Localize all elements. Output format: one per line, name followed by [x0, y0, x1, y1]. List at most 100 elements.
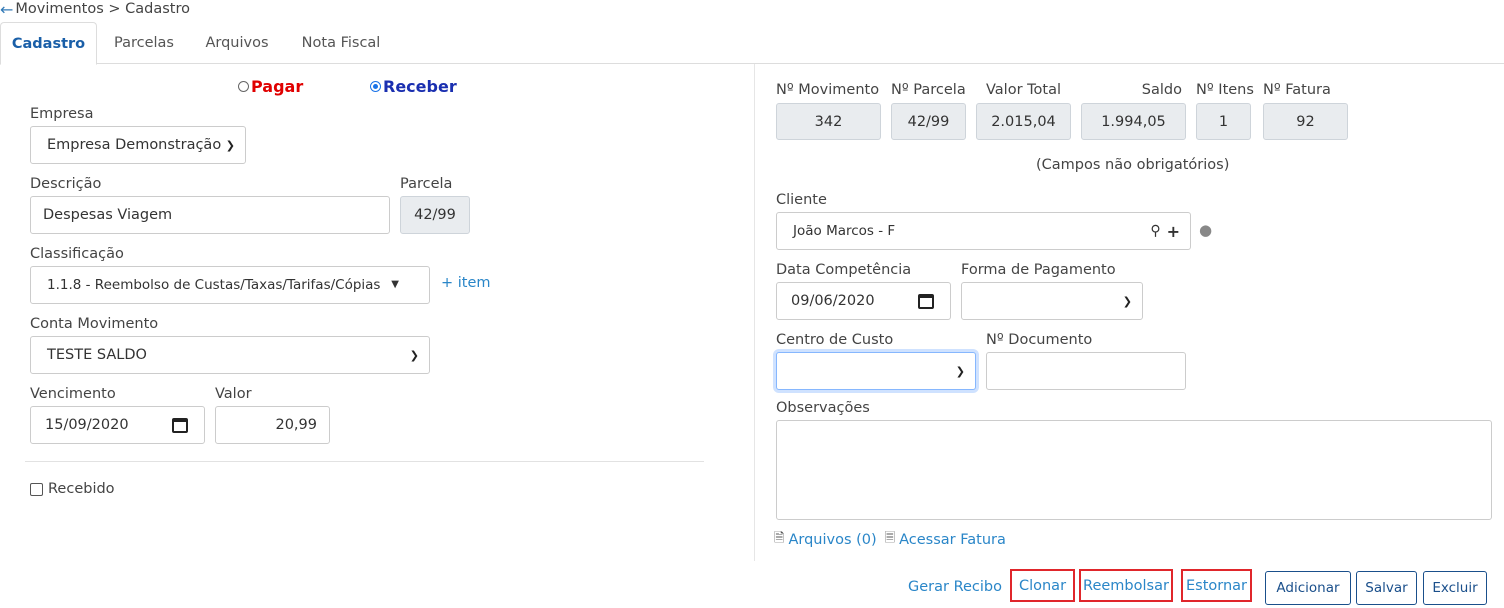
saldo-field: 1.994,05: [1081, 103, 1186, 140]
calendar-icon[interactable]: [918, 293, 934, 309]
documento-label: Nº Documento: [986, 332, 1093, 348]
descricao-value: Despesas Viagem: [43, 207, 173, 223]
saldo-value: 1.994,05: [1101, 113, 1166, 130]
recebido-checkbox[interactable]: [30, 482, 43, 496]
document-icon: 🗏: [884, 531, 896, 546]
reembolsar-button[interactable]: Reembolsar: [1079, 569, 1173, 602]
chevron-down-icon: ❯: [225, 138, 235, 152]
valor-label: Valor: [215, 386, 252, 402]
tab-arquivos-label: Arquivos: [205, 35, 269, 51]
conta-movimento-value: TESTE SALDO: [47, 347, 147, 363]
conta-movimento-select[interactable]: TESTE SALDO ❯: [30, 336, 430, 374]
vencimento-label: Vencimento: [30, 386, 116, 402]
tab-nota-fiscal[interactable]: Nota Fiscal: [288, 22, 394, 64]
vencimento-value: 15/09/2020: [45, 417, 129, 433]
radio-pagar-label: Pagar: [251, 76, 304, 96]
tab-cadastro-label: Cadastro: [11, 35, 86, 52]
gerar-recibo-link[interactable]: Gerar Recibo: [908, 579, 1002, 595]
itens-value: 1: [1218, 113, 1229, 130]
observacoes-label: Observações: [776, 400, 870, 416]
num-parcela-value: 42/99: [907, 113, 950, 130]
fatura-value: 92: [1296, 113, 1315, 130]
conta-movimento-label: Conta Movimento: [30, 316, 159, 332]
chevron-down-icon: ❯: [409, 348, 419, 362]
chevron-down-icon: ❯: [955, 364, 965, 378]
fatura-label: Nº Fatura: [1263, 82, 1331, 98]
radio-pagar[interactable]: Pagar: [238, 76, 303, 96]
movimento-value: 342: [814, 113, 843, 130]
search-icon[interactable]: ⚲: [1150, 223, 1160, 239]
add-item-link[interactable]: + item: [441, 275, 491, 291]
data-competencia-date-input[interactable]: 09/06/2020: [776, 282, 951, 320]
radio-pagar-circle[interactable]: [238, 80, 249, 92]
recebido-label: Recebido: [48, 481, 115, 497]
centro-custo-select[interactable]: ❯: [776, 352, 976, 390]
valor-input[interactable]: 20,99: [215, 406, 330, 444]
user-icon[interactable]: ●: [1199, 221, 1212, 239]
chevron-down-icon: ❯: [1122, 294, 1132, 308]
excluir-button[interactable]: Excluir: [1423, 571, 1487, 605]
classificacao-label: Classificação: [30, 246, 124, 262]
descricao-label: Descrição: [30, 176, 102, 192]
tab-cadastro[interactable]: Cadastro: [0, 22, 97, 65]
parcela-value: 42/99: [414, 207, 456, 223]
empresa-value: Empresa Demonstração: [47, 137, 222, 153]
descricao-input[interactable]: Despesas Viagem: [30, 196, 390, 234]
movimento-label: Nº Movimento: [776, 82, 880, 98]
num-parcela-label: Nº Parcela: [891, 82, 966, 98]
clonar-button[interactable]: Clonar: [1010, 569, 1075, 602]
caret-down-icon: ▼: [391, 279, 399, 290]
recebido-checkbox-row[interactable]: Recebido: [30, 481, 115, 497]
valor-value: 20,99: [275, 417, 317, 433]
arquivos-link[interactable]: Arquivos (0): [788, 532, 876, 548]
arrow-left-icon[interactable]: ←: [0, 0, 13, 19]
adicionar-button[interactable]: Adicionar: [1265, 571, 1351, 605]
tab-parcelas-label: Parcelas: [114, 35, 174, 51]
tab-nota-fiscal-label: Nota Fiscal: [301, 35, 381, 51]
plus-icon[interactable]: +: [1167, 222, 1180, 241]
valor-total-label: Valor Total: [985, 82, 1061, 98]
itens-field: 1: [1196, 103, 1251, 140]
optional-fields-note: (Campos não obrigatórios): [1036, 157, 1230, 173]
itens-label: Nº Itens: [1196, 82, 1254, 98]
calendar-icon[interactable]: [172, 417, 188, 433]
empresa-label: Empresa: [30, 106, 94, 122]
cliente-input[interactable]: João Marcos - F ⚲ +: [776, 212, 1191, 250]
forma-pagamento-label: Forma de Pagamento: [961, 262, 1116, 278]
empresa-select[interactable]: Empresa Demonstração ❯: [30, 126, 246, 164]
column-divider: [754, 64, 755, 561]
data-competencia-label: Data Competência: [776, 262, 912, 278]
breadcrumb-path[interactable]: Movimentos > Cadastro: [15, 1, 190, 17]
tab-bar: Cadastro Parcelas Arquivos Nota Fiscal: [0, 22, 1504, 65]
acessar-fatura-link[interactable]: Acessar Fatura: [899, 532, 1006, 548]
tab-parcelas[interactable]: Parcelas: [102, 22, 186, 64]
parcela-label: Parcela: [400, 176, 453, 192]
salvar-button[interactable]: Salvar: [1356, 571, 1417, 605]
data-competencia-value: 09/06/2020: [791, 293, 875, 309]
movimento-field: 342: [776, 103, 881, 140]
left-divider: [25, 461, 704, 462]
classificacao-select[interactable]: 1.1.8 - Reembolso de Custas/Taxas/Tarifa…: [30, 266, 430, 304]
saldo-label: Saldo: [1141, 82, 1182, 98]
observacoes-textarea[interactable]: [776, 420, 1492, 520]
centro-custo-label: Centro de Custo: [776, 332, 894, 348]
classificacao-value: 1.1.8 - Reembolso de Custas/Taxas/Tarifa…: [47, 277, 381, 293]
estornar-button[interactable]: Estornar: [1181, 569, 1252, 602]
vencimento-date-input[interactable]: 15/09/2020: [30, 406, 205, 444]
fatura-field: 92: [1263, 103, 1348, 140]
tab-arquivos[interactable]: Arquivos: [192, 22, 282, 64]
parcela-field: 42/99: [400, 196, 470, 234]
valor-total-value: 2.015,04: [991, 113, 1056, 130]
forma-pagamento-select[interactable]: ❯: [961, 282, 1143, 320]
cliente-value: João Marcos - F: [793, 223, 896, 239]
documento-input[interactable]: [986, 352, 1186, 390]
file-icon: 🗎: [774, 531, 785, 546]
breadcrumb: ← Movimentos > Cadastro: [0, 0, 190, 19]
attachments-links: 🗎 Arquivos (0) 🗏 Acessar Fatura: [774, 529, 1006, 551]
cliente-label: Cliente: [776, 192, 827, 208]
valor-total-field: 2.015,04: [976, 103, 1071, 140]
radio-receber-label: Receber: [383, 76, 457, 96]
num-parcela-field: 42/99: [891, 103, 966, 140]
radio-receber[interactable]: Receber: [370, 76, 457, 96]
radio-receber-circle[interactable]: [370, 80, 381, 92]
